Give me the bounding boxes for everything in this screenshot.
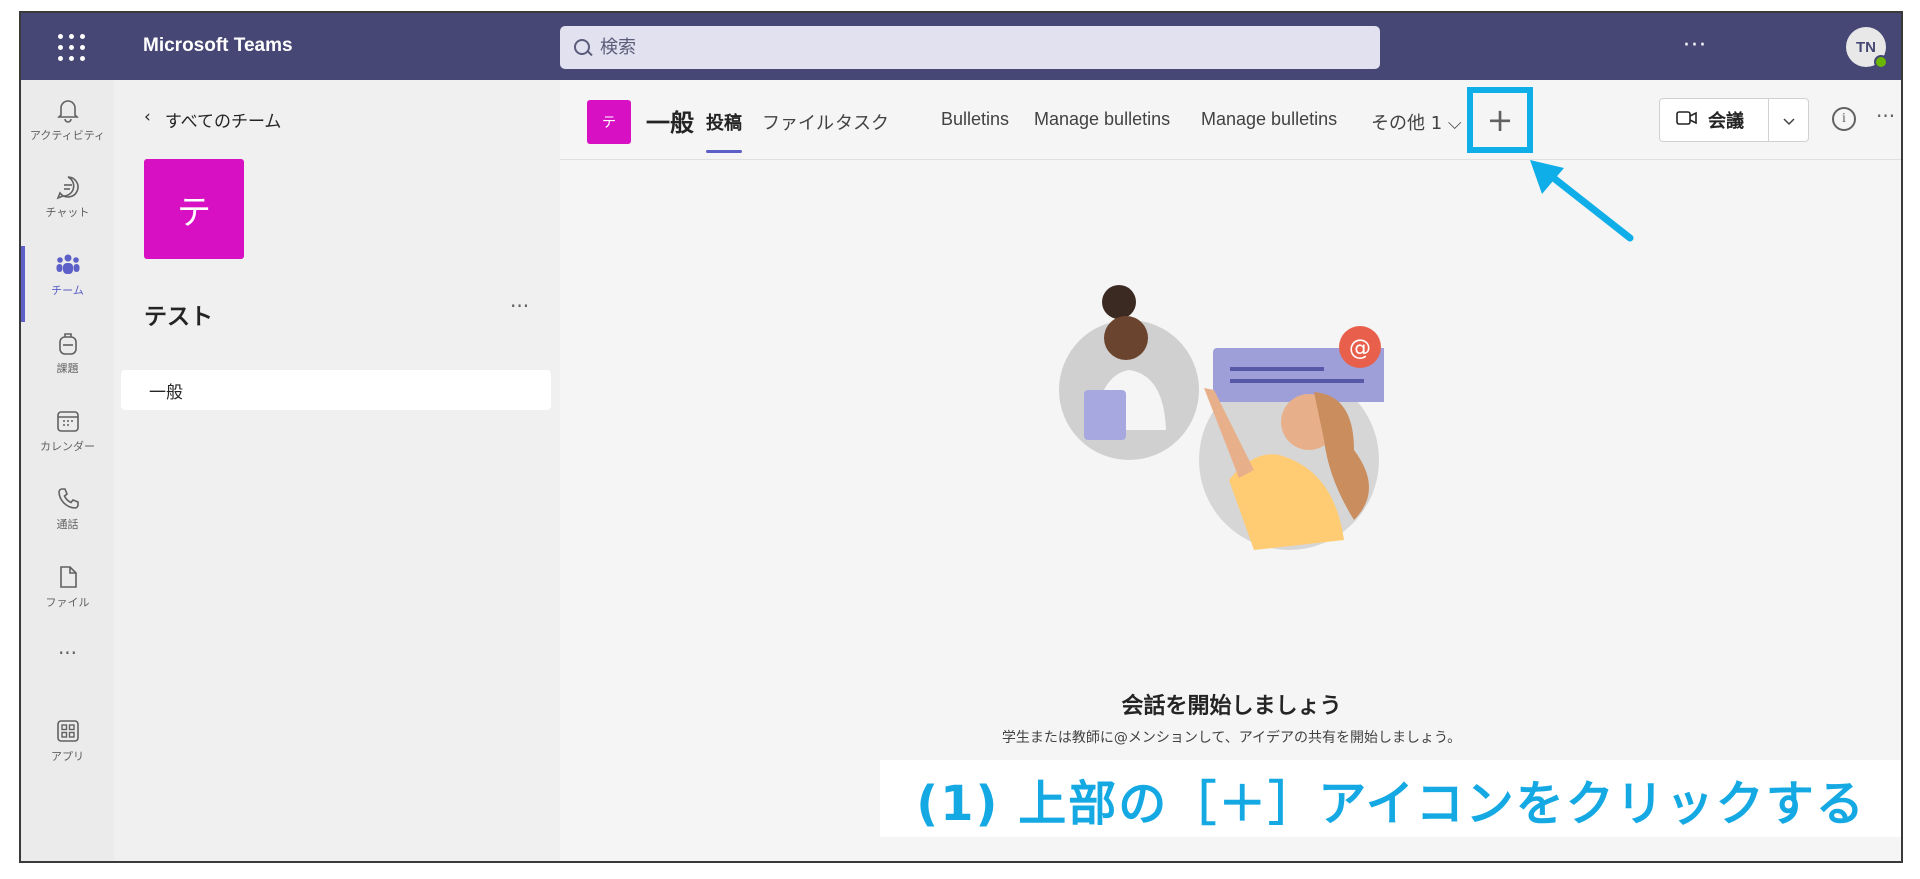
tab-bulletins[interactable]: Bulletins bbox=[941, 109, 1009, 130]
settings-more-button[interactable]: ··· bbox=[1683, 33, 1707, 58]
svg-text:@: @ bbox=[1349, 336, 1371, 361]
rail-label: 課題 bbox=[56, 362, 79, 375]
more-icon: ··· bbox=[57, 641, 78, 665]
info-icon[interactable]: i bbox=[1832, 107, 1856, 131]
app-name: Microsoft Teams bbox=[143, 35, 293, 56]
all-teams-back-link[interactable]: ‹ すべてのチーム bbox=[144, 107, 281, 132]
chevron-left-icon: ‹ bbox=[144, 107, 151, 127]
channel-more-options-button[interactable]: ··· bbox=[1876, 104, 1895, 128]
rail-label: 通話 bbox=[56, 518, 79, 531]
chevron-down-icon bbox=[1782, 111, 1795, 130]
app-launcher-icon[interactable] bbox=[51, 27, 91, 67]
empty-state-title: 会話を開始しましょう bbox=[1121, 694, 1342, 719]
bell-icon bbox=[55, 97, 81, 123]
rail-label: アプリ bbox=[51, 750, 84, 763]
search-box[interactable] bbox=[560, 26, 1380, 69]
apps-icon bbox=[55, 718, 81, 744]
video-camera-icon bbox=[1676, 110, 1698, 131]
rail-item-activity[interactable]: アクティビティ bbox=[21, 85, 114, 155]
tab-manage-bulletins[interactable]: Manage bulletins bbox=[1034, 109, 1170, 130]
tab-more-dropdown[interactable]: その他 1 ⌵ bbox=[1371, 109, 1462, 135]
rail-item-assignments[interactable]: 課題 bbox=[21, 318, 114, 388]
team-name: テスト bbox=[144, 304, 213, 330]
channel-label: 一般 bbox=[149, 382, 183, 403]
instruction-caption: (1) 上部の［＋］アイコンをクリックする bbox=[880, 760, 1901, 837]
search-icon bbox=[572, 37, 594, 59]
teams-icon bbox=[55, 252, 81, 278]
calendar-icon bbox=[55, 408, 81, 434]
channel-main: テ 一般 投稿 ファイル タスク Bulletins Manage bullet… bbox=[560, 80, 1901, 861]
tab-manage-bulletins-2[interactable]: Manage bulletins bbox=[1201, 109, 1337, 130]
teams-window: Microsoft Teams ··· TN アクティビティ チャット bbox=[19, 11, 1903, 863]
rail-item-apps[interactable]: アプリ bbox=[21, 706, 114, 776]
meet-label: 会議 bbox=[1708, 111, 1744, 132]
rail-label: チャット bbox=[45, 206, 90, 219]
rail-item-more[interactable]: ··· bbox=[21, 628, 114, 678]
search-input[interactable] bbox=[600, 37, 1360, 58]
title-bar: Microsoft Teams ··· TN bbox=[21, 13, 1901, 80]
add-tab-button[interactable]: + bbox=[1467, 87, 1533, 153]
team-panel: ‹ すべてのチーム テ テスト ··· 一般 bbox=[114, 80, 560, 861]
rail-label: アクティビティ bbox=[29, 129, 106, 142]
rail-item-calendar[interactable]: カレンダー bbox=[21, 396, 114, 466]
rail-item-calls[interactable]: 通話 bbox=[21, 474, 114, 544]
channel-name: 一般 bbox=[646, 109, 694, 137]
rail-label: チーム bbox=[51, 284, 84, 297]
phone-icon bbox=[55, 486, 81, 512]
channel-team-avatar: テ bbox=[587, 100, 631, 144]
file-icon bbox=[55, 564, 81, 590]
meet-dropdown-button[interactable] bbox=[1769, 99, 1808, 141]
meet-split-button: 会議 bbox=[1659, 98, 1809, 142]
backpack-icon bbox=[55, 330, 81, 356]
presence-available-icon bbox=[1874, 55, 1888, 69]
user-avatar[interactable]: TN bbox=[1846, 27, 1888, 69]
tab-posts[interactable]: 投稿 bbox=[706, 109, 742, 153]
team-more-options-button[interactable]: ··· bbox=[510, 294, 529, 318]
start-conversation-illustration: @ bbox=[1059, 285, 1384, 550]
rail-item-files[interactable]: ファイル bbox=[21, 552, 114, 622]
avatar-initials: TN bbox=[1856, 38, 1876, 56]
back-label: すべてのチーム bbox=[164, 112, 282, 132]
app-rail: アクティビティ チャット チーム 課題 カレンダー 通話 ファイル ··· アプ… bbox=[21, 80, 114, 861]
empty-state-subtitle: 学生または教師に@メンションして、アイデアの共有を開始しましょう。 bbox=[1001, 730, 1462, 746]
rail-item-chat[interactable]: チャット bbox=[21, 162, 114, 232]
team-avatar: テ bbox=[144, 159, 244, 259]
channel-item-general[interactable]: 一般 bbox=[121, 370, 551, 410]
tab-files[interactable]: ファイル bbox=[762, 109, 834, 135]
rail-item-teams[interactable]: チーム bbox=[21, 240, 114, 322]
tab-tasks[interactable]: タスク bbox=[835, 109, 889, 135]
chat-icon bbox=[55, 174, 81, 200]
rail-label: カレンダー bbox=[40, 440, 95, 453]
annotation-arrow-icon bbox=[1530, 160, 1634, 242]
rail-label: ファイル bbox=[45, 596, 90, 609]
channel-header: テ 一般 投稿 ファイル タスク Bulletins Manage bullet… bbox=[560, 80, 1901, 160]
meet-button[interactable]: 会議 bbox=[1660, 99, 1768, 141]
